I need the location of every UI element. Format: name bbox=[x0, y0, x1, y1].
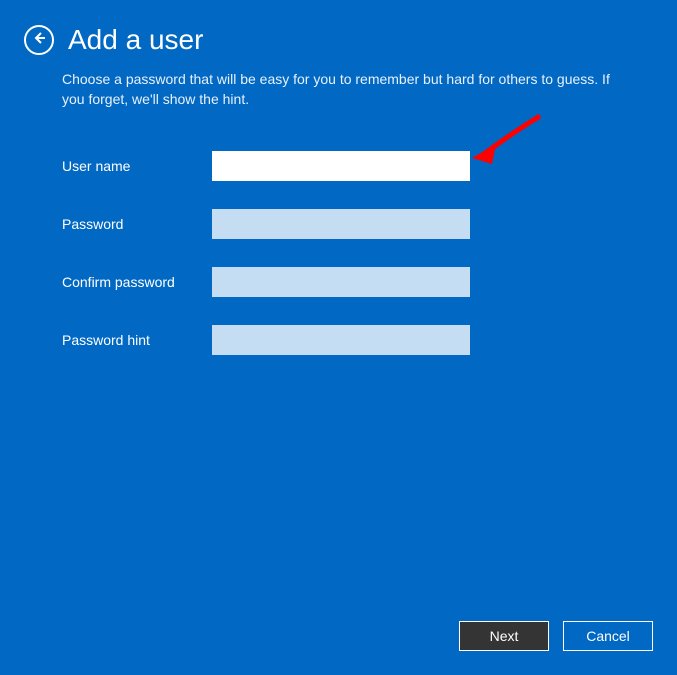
page-title: Add a user bbox=[68, 24, 203, 56]
back-button[interactable] bbox=[24, 25, 54, 55]
back-arrow-icon bbox=[31, 30, 47, 51]
password-hint-label: Password hint bbox=[62, 332, 212, 348]
username-label: User name bbox=[62, 158, 212, 174]
cancel-button[interactable]: Cancel bbox=[563, 621, 653, 651]
confirm-password-label: Confirm password bbox=[62, 274, 212, 290]
password-hint-input[interactable] bbox=[212, 325, 470, 355]
password-label: Password bbox=[62, 216, 212, 232]
form-area: User name Password Confirm password Pass… bbox=[0, 109, 677, 355]
next-button[interactable]: Next bbox=[459, 621, 549, 651]
page-description: Choose a password that will be easy for … bbox=[0, 56, 677, 109]
username-input[interactable] bbox=[212, 151, 470, 181]
confirm-password-input[interactable] bbox=[212, 267, 470, 297]
password-input[interactable] bbox=[212, 209, 470, 239]
